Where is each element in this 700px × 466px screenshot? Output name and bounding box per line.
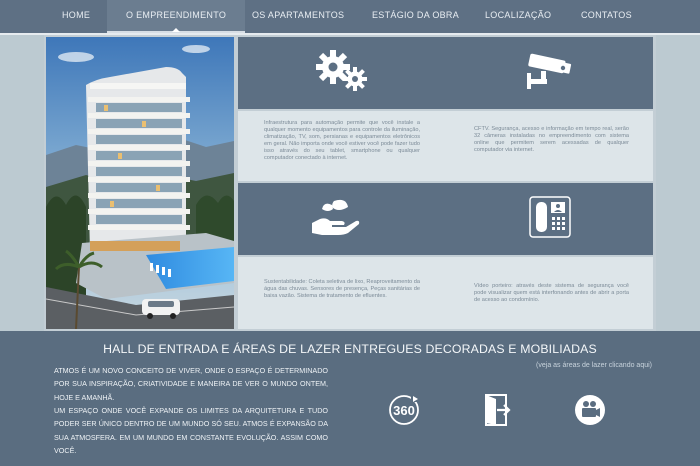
features-row-1-text: Infraestrutura para automação permite qu… xyxy=(238,111,653,181)
leisure-section: HALL DE ENTRADA E ÁREAS DE LAZER ENTREGU… xyxy=(0,333,700,466)
svg-text:360: 360 xyxy=(393,403,415,418)
tour-360-icon[interactable]: 360 xyxy=(387,393,421,427)
section-title: HALL DE ENTRADA E ÁREAS DE LAZER ENTREGU… xyxy=(103,342,597,356)
nav-item-o-empreendimento[interactable]: O EMPREENDIMENTO xyxy=(107,0,246,33)
exit-door-icon[interactable] xyxy=(481,393,515,427)
intro-paragraph: ATMOS É UM NOVO CONCEITO DE VIVER, ONDE … xyxy=(54,366,328,402)
sustainability-icon-area xyxy=(238,183,434,255)
sustainability-description: Sustentabilidade: Coleta seletiva de lix… xyxy=(264,279,420,299)
video-camera-icon[interactable] xyxy=(573,393,607,427)
automation-description: Infraestrutura para automação permite qu… xyxy=(264,120,420,161)
features-section: Infraestrutura para automação permite qu… xyxy=(0,35,700,331)
left-margin-panel xyxy=(0,35,44,331)
videophone-icon-area xyxy=(446,183,653,255)
security-camera-icon xyxy=(525,51,575,96)
features-row-2-text: Sustentabilidade: Coleta seletiva de lix… xyxy=(238,257,653,329)
video-intercom-icon xyxy=(528,195,572,244)
nav-item-home[interactable]: HOME xyxy=(62,0,90,33)
cftv-icon-area xyxy=(446,37,653,109)
nav-item-contatos[interactable]: CONTATOS xyxy=(581,0,632,33)
active-indicator-caret xyxy=(172,28,181,32)
top-navigation: HOME O EMPREENDIMENTO OS APARTAMENTOS ES… xyxy=(0,0,700,33)
features-row-2-header xyxy=(238,183,653,255)
concept-paragraph: UM ESPAÇO ONDE VOCÊ EXPANDE OS LIMITES D… xyxy=(54,406,328,456)
building-render-image xyxy=(46,37,234,329)
hand-leaf-icon xyxy=(310,197,362,242)
features-row-1-header xyxy=(238,37,653,109)
videophone-description: Vídeo porteiro: através deste sistema de… xyxy=(474,283,629,303)
nav-item-localizacao[interactable]: LOCALIZAÇÃO xyxy=(485,0,551,33)
nav-item-estagio-da-obra[interactable]: ESTÁGIO DA OBRA xyxy=(372,0,459,33)
right-margin-panel xyxy=(656,35,700,331)
automation-icon-area xyxy=(238,37,445,109)
nav-item-label: O EMPREENDIMENTO xyxy=(126,10,227,20)
leisure-areas-link[interactable]: (veja as áreas de lazer clicando aqui) xyxy=(536,362,652,369)
gears-icon xyxy=(313,49,371,98)
nav-item-os-apartamentos[interactable]: OS APARTAMENTOS xyxy=(252,0,344,33)
cftv-description: CFTV. Segurança, acesso e informação em … xyxy=(474,126,629,153)
